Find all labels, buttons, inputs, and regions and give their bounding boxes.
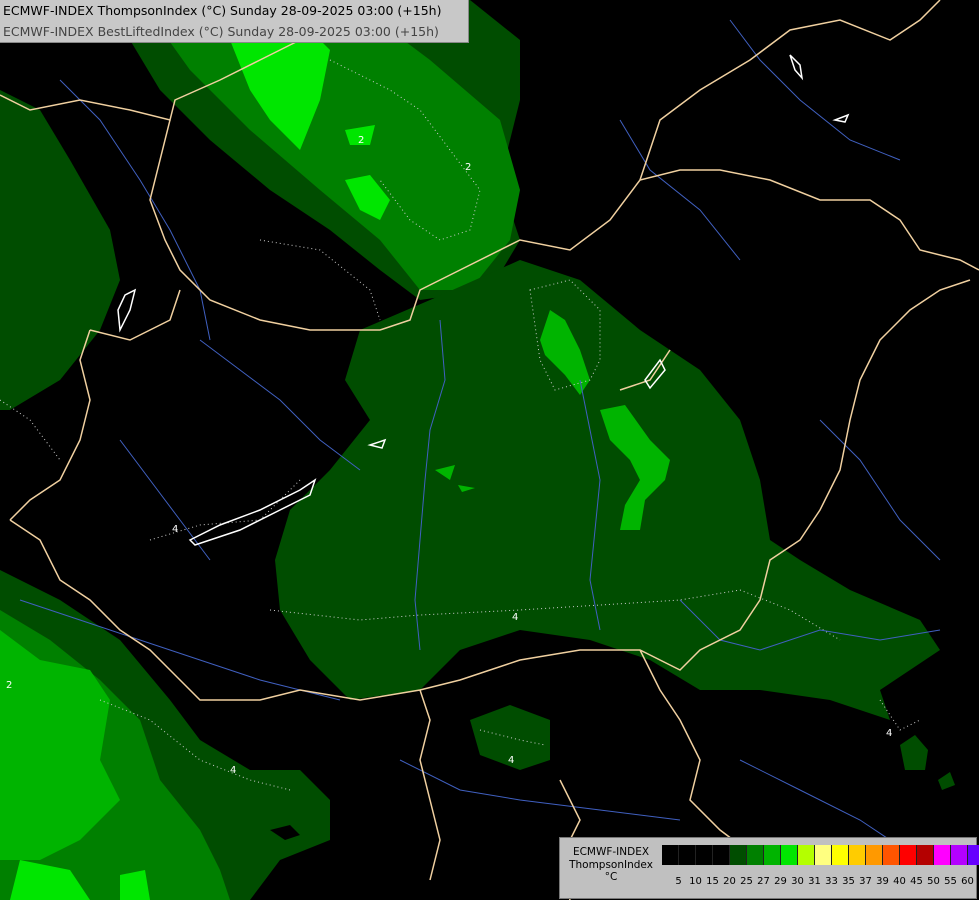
legend-tick-label: 60 bbox=[961, 876, 974, 887]
legend-tick-label: 15 bbox=[706, 876, 719, 887]
legend-tick-label: 5 bbox=[675, 876, 682, 887]
legend-swatch bbox=[764, 845, 781, 865]
contour-label: 4 bbox=[172, 524, 178, 535]
legend-swatch bbox=[781, 845, 798, 865]
legend-swatch bbox=[832, 845, 849, 865]
contour-label: 4 bbox=[508, 755, 514, 766]
legend-tick-label: 33 bbox=[825, 876, 838, 887]
legend-swatch bbox=[730, 845, 747, 865]
legend-tick-label: 55 bbox=[944, 876, 957, 887]
legend-swatch bbox=[798, 845, 815, 865]
map-title-thompson: ECMWF-INDEX ThompsonIndex (°C) Sunday 28… bbox=[3, 3, 442, 18]
legend-swatches bbox=[662, 845, 979, 865]
legend-swatch bbox=[747, 845, 764, 865]
legend-tick-label: 39 bbox=[876, 876, 889, 887]
legend-swatch bbox=[951, 845, 968, 865]
legend-title: ECMWF-INDEX ThompsonIndex °C bbox=[562, 846, 660, 884]
legend-swatch bbox=[883, 845, 900, 865]
weather-map: 2 2 4 4 4 2 4 4 bbox=[0, 0, 979, 900]
legend-tick-label: 37 bbox=[859, 876, 872, 887]
legend-swatch bbox=[662, 845, 679, 865]
legend-title-index: ThompsonIndex bbox=[569, 858, 653, 871]
legend-title-model: ECMWF-INDEX bbox=[572, 846, 650, 858]
legend-swatch bbox=[713, 845, 730, 865]
legend-tick-label: 31 bbox=[808, 876, 821, 887]
legend-tick-label: 29 bbox=[774, 876, 787, 887]
legend-swatch bbox=[849, 845, 866, 865]
legend-tick-label: 45 bbox=[910, 876, 923, 887]
legend-swatch bbox=[917, 845, 934, 865]
legend-tick-label: 30 bbox=[791, 876, 804, 887]
contour-label: 2 bbox=[358, 135, 364, 146]
legend-swatch bbox=[866, 845, 883, 865]
legend-swatch bbox=[696, 845, 713, 865]
contour-label: 4 bbox=[886, 728, 892, 739]
legend-swatch bbox=[679, 845, 696, 865]
legend-tick-label: 27 bbox=[757, 876, 770, 887]
index-area-southwest-bright-3 bbox=[120, 870, 150, 900]
legend-tick-label: 10 bbox=[689, 876, 702, 887]
legend-tick-label: 50 bbox=[927, 876, 940, 887]
color-legend: ECMWF-INDEX ThompsonIndex °C 5 10 15 20 25 27… bbox=[559, 837, 979, 899]
legend-unit: °C bbox=[604, 871, 618, 883]
contour-label: 4 bbox=[512, 612, 518, 623]
contour-label: 2 bbox=[6, 680, 12, 691]
legend-swatch bbox=[900, 845, 917, 865]
legend-tick-label: 35 bbox=[842, 876, 855, 887]
legend-swatch bbox=[815, 845, 832, 865]
legend-swatch bbox=[934, 845, 951, 865]
legend-tick-label: 25 bbox=[740, 876, 753, 887]
contour-label: 2 bbox=[465, 162, 471, 173]
legend-ticks: 5 10 15 20 25 27 29 30 31 33 35 37 39 40 45 50 55 60 bbox=[670, 876, 976, 887]
legend-tick-label: 40 bbox=[893, 876, 906, 887]
legend-swatch bbox=[968, 845, 979, 865]
legend-tick-label: 20 bbox=[723, 876, 736, 887]
map-title-bestlifted: ECMWF-INDEX BestLiftedIndex (°C) Sunday … bbox=[3, 24, 439, 39]
contour-label: 4 bbox=[230, 765, 236, 776]
map-title-box: ECMWF-INDEX ThompsonIndex (°C) Sunday 28… bbox=[0, 0, 469, 43]
